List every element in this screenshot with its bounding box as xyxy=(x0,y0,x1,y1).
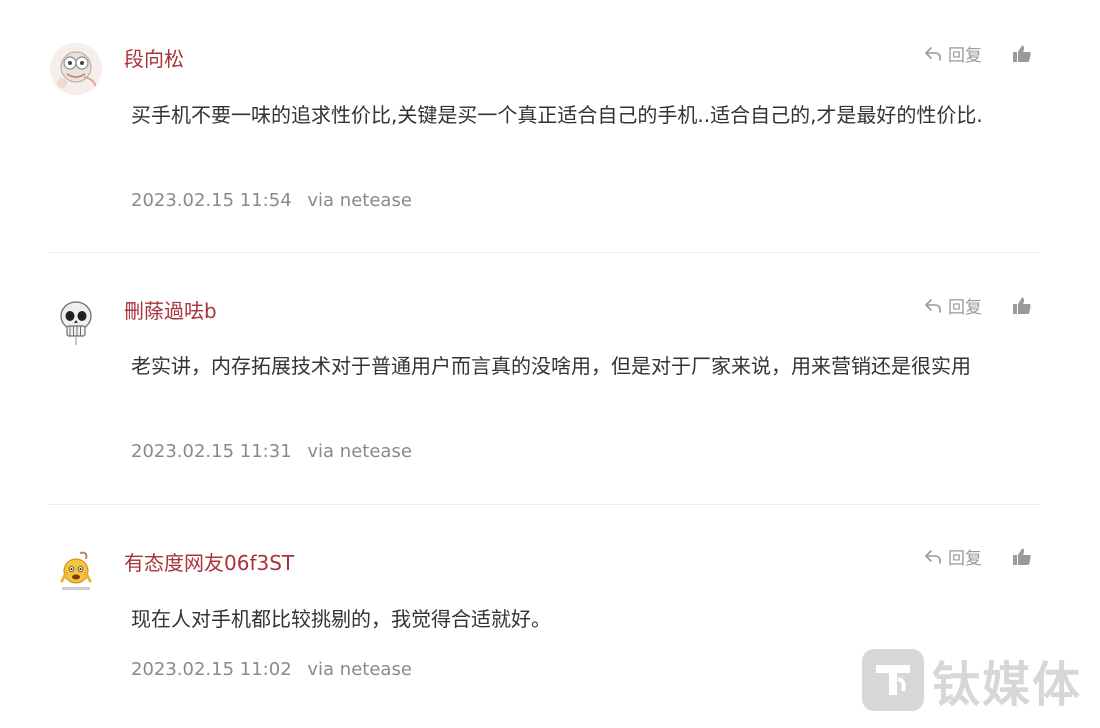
timestamp: 2023.02.15 11:31 xyxy=(131,441,292,462)
reply-arrow-icon xyxy=(925,298,941,313)
comment-content: 买手机不要一味的追求性价比,关键是买一个真正适合自己的手机..适合自己的,才是最… xyxy=(131,103,983,127)
reply-label: 回复 xyxy=(948,549,982,569)
source-label: via netease xyxy=(307,441,412,462)
comment-item: 刪蒢過呿b 回复 老实讲，内存拓展技术对于普通用户而言真的没啥用，但是对于厂家来… xyxy=(48,253,1040,504)
watermark: 钛媒体 xyxy=(862,645,1082,715)
reply-arrow-icon xyxy=(925,46,941,61)
cartoon-avatar-icon xyxy=(50,43,102,95)
like-button[interactable] xyxy=(1012,547,1032,567)
timestamp: 2023.02.15 11:02 xyxy=(131,659,292,680)
reply-button[interactable]: 回复 xyxy=(924,293,982,318)
reply-label: 回复 xyxy=(948,298,982,318)
reply-button[interactable]: 回复 xyxy=(924,544,982,569)
watermark-text: 钛媒体 xyxy=(932,657,1083,713)
comment-actions: 回复 xyxy=(924,293,1032,318)
comment-meta: 2023.02.15 11:54 via netease xyxy=(131,190,412,211)
thumbs-up-icon xyxy=(1013,45,1031,62)
comment-meta: 2023.02.15 11:31 via netease xyxy=(131,441,412,462)
comment-item: 段向松 回复 买手机不要一味的追求性价比,关键是买一个真正适合自己的手机..适合… xyxy=(48,0,1040,252)
comment-actions: 回复 xyxy=(924,544,1032,569)
username[interactable]: 刪蒢過呿b xyxy=(124,295,217,324)
thumbs-up-icon xyxy=(1013,297,1031,314)
avatar[interactable] xyxy=(50,547,102,599)
timestamp: 2023.02.15 11:54 xyxy=(131,190,292,211)
comment-actions: 回复 xyxy=(924,41,1032,66)
reply-label: 回复 xyxy=(948,46,982,66)
comment-meta: 2023.02.15 11:02 via netease xyxy=(131,659,412,680)
like-button[interactable] xyxy=(1012,44,1032,64)
username[interactable]: 有态度网友06f3ST xyxy=(124,547,294,576)
emoji-avatar-icon xyxy=(50,547,102,599)
source-label: via netease xyxy=(307,190,412,211)
avatar[interactable] xyxy=(50,295,102,347)
comment-list: 段向松 回复 买手机不要一味的追求性价比,关键是买一个真正适合自己的手机..适合… xyxy=(0,0,1100,728)
skull-avatar-icon xyxy=(50,295,102,347)
username[interactable]: 段向松 xyxy=(124,43,184,72)
source-label: via netease xyxy=(307,659,412,680)
reply-button[interactable]: 回复 xyxy=(924,41,982,66)
like-button[interactable] xyxy=(1012,296,1032,316)
comment-content: 现在人对手机都比较挑剔的，我觉得合适就好。 xyxy=(131,607,551,631)
reply-arrow-icon xyxy=(925,549,941,564)
watermark-logo-icon xyxy=(862,649,924,711)
comment-content: 老实讲，内存拓展技术对于普通用户而言真的没啥用，但是对于厂家来说，用来营销还是很… xyxy=(131,354,971,378)
avatar[interactable] xyxy=(50,43,102,95)
thumbs-up-icon xyxy=(1013,548,1031,565)
